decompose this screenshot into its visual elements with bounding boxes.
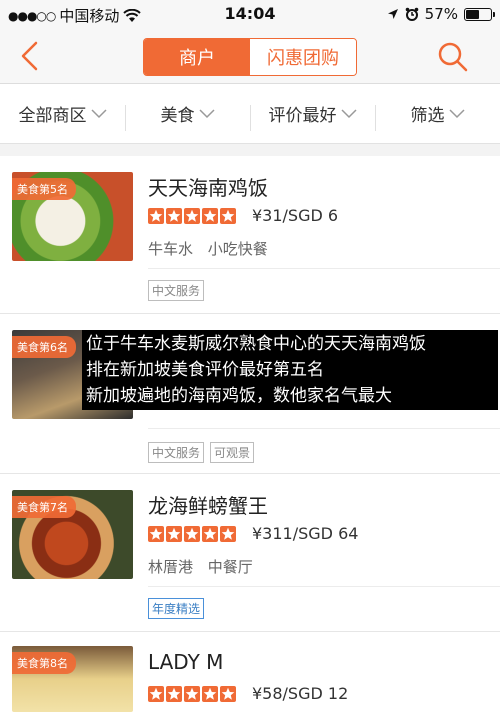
caption-line: 新加坡遍地的海南鸡饭，数他家名气最大: [86, 386, 392, 406]
average-price: ¥311/SGD 64: [252, 524, 359, 543]
divider: [148, 428, 500, 429]
filter-label: 筛选: [410, 106, 445, 126]
rating-stars: [148, 686, 236, 702]
category-label: 中餐厅: [207, 558, 253, 576]
star-icon: [184, 526, 200, 542]
chevron-down-icon: [340, 108, 357, 118]
rank-badge: 美食第7名: [12, 496, 76, 518]
filter-district[interactable]: 全部商区: [0, 101, 125, 126]
area-label: 林厝港: [148, 558, 194, 576]
list-item[interactable]: 美食第7名 龙海鲜螃蟹王 ¥311/SGD 64 林厝港 中餐厅 年度精选: [0, 474, 500, 632]
status-icons: 57%: [387, 5, 495, 23]
star-icon: [220, 526, 236, 542]
star-icon: [184, 686, 200, 702]
battery-icon: [464, 7, 495, 21]
star-icon: [202, 686, 218, 702]
tag-chinese-service: 中文服务: [148, 442, 205, 463]
location-category: 牛车水 小吃快餐: [148, 238, 268, 259]
list-item[interactable]: 美食第5名 天天海南鸡饭 ¥31/SGD 6 牛车水 小吃快餐 中文服务: [0, 156, 500, 314]
star-icon: [202, 526, 218, 542]
restaurant-name: LADY M: [148, 650, 224, 674]
star-icon: [148, 526, 164, 542]
star-icon: [202, 208, 218, 224]
caption-line: 排在新加坡美食评价最好第五名: [86, 360, 324, 380]
star-icon: [220, 208, 236, 224]
rank-badge: 美食第6名: [12, 336, 76, 358]
tag-scenic-view: 可观景: [210, 442, 255, 463]
star-icon: [148, 208, 164, 224]
chevron-down-icon: [198, 108, 215, 118]
rank-badge: 美食第8名: [12, 652, 76, 674]
back-chevron-icon[interactable]: [16, 40, 46, 72]
battery-percent: 57%: [424, 5, 458, 23]
filter-label: 评价最好: [268, 106, 337, 126]
rating-stars: [148, 526, 236, 542]
caption-line: 位于牛车水麦斯威尔熟食中心的天天海南鸡饭: [86, 334, 426, 354]
restaurant-name: 龙海鲜螃蟹王: [148, 494, 268, 518]
category-label: 小吃快餐: [207, 240, 268, 258]
search-icon[interactable]: [436, 40, 470, 74]
filter-bar: 全部商区 美食 评价最好 筛选: [0, 84, 500, 144]
restaurant-photo: 美食第8名: [12, 646, 133, 712]
filter-label: 美食: [160, 106, 195, 126]
restaurant-photo: 美食第5名: [12, 172, 133, 261]
chevron-down-icon: [90, 108, 107, 118]
location-category: 林厝港 中餐厅: [148, 556, 253, 577]
segment-control: 商户 闪惠团购: [143, 38, 357, 76]
average-price: ¥31/SGD 6: [252, 206, 339, 225]
restaurant-name: 天天海南鸡饭: [148, 176, 268, 200]
filter-sort[interactable]: 评价最好: [250, 101, 375, 131]
chevron-down-icon: [448, 108, 465, 118]
section-gap: [0, 144, 500, 156]
star-icon: [166, 526, 182, 542]
tag-list: 年度精选: [148, 598, 205, 619]
filter-label: 全部商区: [18, 106, 87, 126]
rating-stars: [148, 208, 236, 224]
star-icon: [220, 686, 236, 702]
rank-badge: 美食第5名: [12, 178, 76, 200]
star-icon: [166, 686, 182, 702]
average-price: ¥58/SGD 12: [252, 684, 349, 703]
area-label: 牛车水: [148, 240, 194, 258]
location-arrow-icon: [387, 9, 398, 19]
tab-flash-deals[interactable]: 闪惠团购: [250, 39, 356, 75]
battery-fill: [466, 9, 480, 19]
list-item[interactable]: 美食第8名 LADY M ¥58/SGD 12: [0, 632, 500, 712]
status-bar: ●●●○○ 中国移动 14:04 57%: [0, 0, 500, 28]
restaurant-photo: 美食第7名: [12, 490, 133, 579]
star-icon: [166, 208, 182, 224]
nav-bar: 商户 闪惠团购: [0, 28, 500, 84]
caption-overlay: 位于牛车水麦斯威尔熟食中心的天天海南鸡饭 排在新加坡美食评价最好第五名 新加坡遍…: [82, 330, 498, 410]
divider: [148, 586, 500, 587]
star-icon: [148, 686, 164, 702]
filter-more[interactable]: 筛选: [375, 101, 500, 131]
tag-chinese-service: 中文服务: [148, 280, 205, 301]
tab-merchants[interactable]: 商户: [144, 39, 250, 75]
star-icon: [184, 208, 200, 224]
alarm-icon: [405, 7, 418, 21]
tag-list: 中文服务: [148, 280, 205, 301]
divider: [148, 268, 500, 269]
tag-list: 中文服务 可观景: [148, 442, 255, 463]
tag-annual-pick: 年度精选: [148, 598, 205, 619]
filter-category[interactable]: 美食: [125, 101, 250, 131]
